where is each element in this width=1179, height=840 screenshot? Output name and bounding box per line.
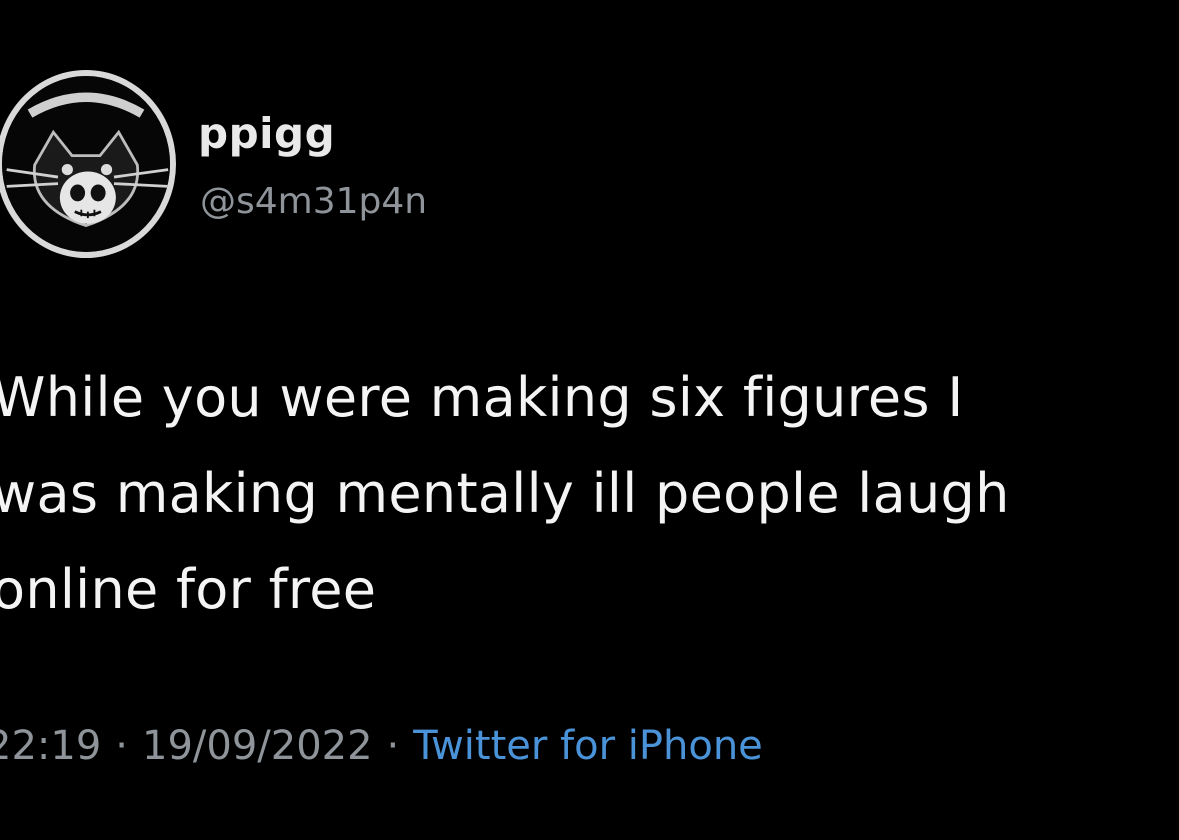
skull-cat-avatar-icon [2, 76, 170, 252]
tweet-text-line: While you were making six figures I [0, 366, 964, 429]
display-name[interactable]: ppigg [198, 109, 335, 159]
user-avatar[interactable] [0, 70, 176, 258]
tweet-text-line: was making mentally ill people laugh [0, 462, 1010, 525]
tweet-meta: 22:19 · 19/09/2022 · Twitter for iPhone [0, 718, 763, 774]
tweet-date[interactable]: 19/09/2022 [142, 723, 373, 769]
tweet-text: While you were making six figures I was … [0, 350, 1179, 638]
meta-separator: · [386, 723, 400, 769]
tweet-card: ppigg @s4m31p4n While you were making si… [0, 0, 1179, 840]
tweet-source-link[interactable]: Twitter for iPhone [413, 723, 763, 769]
tweet-text-line: online for free [0, 558, 377, 621]
user-handle[interactable]: @s4m31p4n [200, 180, 427, 224]
tweet-time[interactable]: 22:19 [0, 723, 101, 769]
meta-separator: · [115, 723, 128, 769]
